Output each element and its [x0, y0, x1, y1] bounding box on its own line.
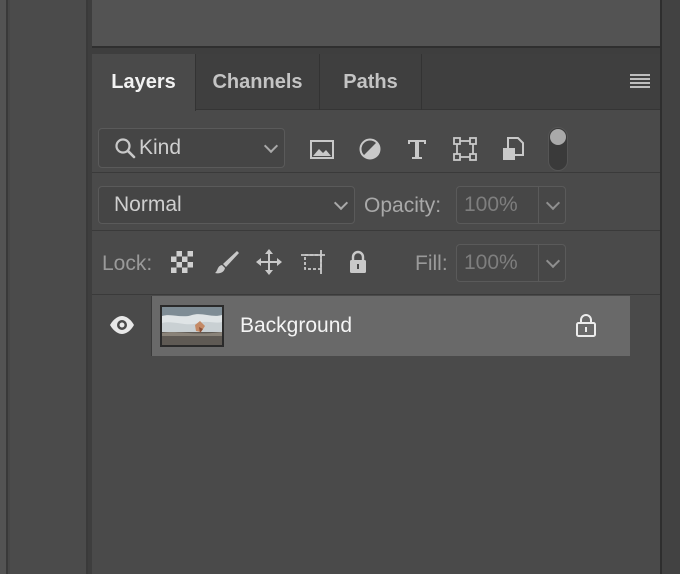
left-edge-strip [0, 0, 8, 574]
lock-image-pixels-icon[interactable] [213, 248, 241, 276]
search-icon [115, 138, 136, 159]
chevron-down-icon[interactable] [545, 253, 561, 269]
filter-row: Kind [92, 111, 660, 173]
eye-icon [110, 316, 134, 334]
lock-artboard-icon[interactable] [299, 248, 327, 276]
layer-visibility-toggle[interactable] [92, 296, 152, 356]
layer-thumbnail[interactable] [160, 305, 224, 347]
lock-row: Lock: Fill: 100% [92, 231, 660, 295]
shape-filter-icon[interactable] [451, 135, 479, 163]
panel-menu-icon[interactable] [630, 74, 650, 88]
kind-filter-label: Kind [139, 136, 182, 159]
chevron-down-icon [263, 138, 279, 154]
fill-field[interactable]: 100% [456, 244, 566, 282]
adjustment-filter-icon[interactable] [356, 135, 384, 163]
fill-value: 100% [464, 251, 518, 274]
toggle-knob [550, 129, 566, 145]
tab-channels[interactable]: Channels [196, 54, 320, 110]
upper-panel [92, 0, 660, 48]
right-edge-strip [660, 0, 680, 574]
tab-paths[interactable]: Paths [320, 54, 422, 110]
opacity-label: Opacity: [364, 194, 442, 217]
lock-transparent-pixels-icon[interactable] [168, 248, 196, 276]
opacity-field[interactable]: 100% [456, 186, 566, 224]
blend-row: Normal Opacity: 100% [92, 173, 660, 231]
layers-panel: Layers Channels Paths Kind Normal Opacit… [92, 54, 660, 574]
blend-mode-value: Normal [114, 193, 182, 216]
toolbar-column [10, 0, 88, 574]
kind-filter-dropdown[interactable]: Kind [98, 128, 285, 168]
opacity-value: 100% [464, 193, 518, 216]
lock-icon[interactable] [574, 312, 598, 338]
filter-toggle[interactable] [548, 127, 568, 171]
chevron-down-icon [333, 195, 349, 211]
lock-position-icon[interactable] [255, 248, 283, 276]
fill-label: Fill: [415, 252, 448, 275]
tab-layers[interactable]: Layers [92, 54, 196, 111]
lock-all-icon[interactable] [344, 248, 372, 276]
layer-name[interactable]: Background [240, 314, 352, 338]
layer-row[interactable]: Background [92, 296, 630, 356]
beach-thumbnail-image [162, 307, 222, 345]
smart-object-filter-icon[interactable] [499, 135, 527, 163]
blend-mode-dropdown[interactable]: Normal [98, 186, 355, 224]
panel-tab-bar: Layers Channels Paths [92, 54, 660, 111]
lock-label: Lock: [102, 252, 153, 275]
chevron-down-icon[interactable] [545, 195, 561, 211]
type-filter-icon[interactable] [403, 135, 431, 163]
pixel-filter-icon[interactable] [308, 135, 336, 163]
